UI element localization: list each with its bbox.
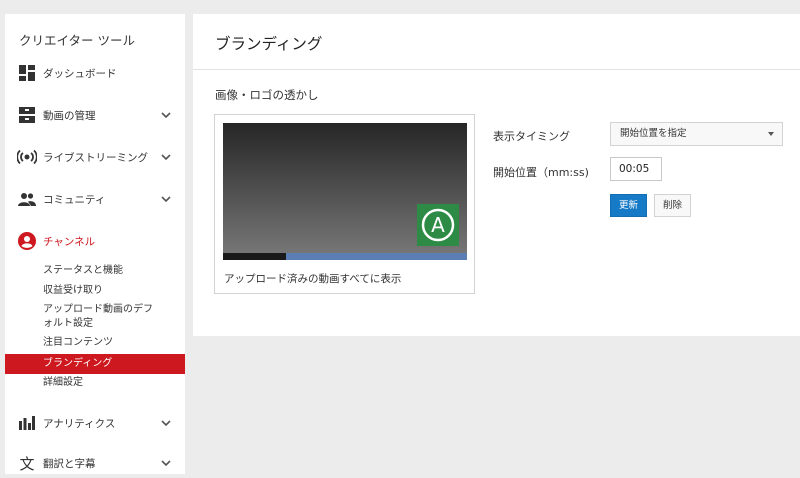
sidebar-item-analytics[interactable]: アナリティクス [5, 408, 185, 438]
channel-sub-monetization[interactable]: 収益受け取り [5, 284, 185, 298]
live-streaming-icon [17, 147, 37, 167]
sidebar-item-translations[interactable]: 文 翻訳と字幕 [5, 448, 185, 478]
display-timing-value: 開始位置を指定 [620, 128, 687, 139]
watermark-logo: A [417, 204, 459, 246]
sidebar-item-label: ダッシュボード [43, 67, 117, 80]
channel-sub-featured[interactable]: 注目コンテンツ [5, 336, 185, 350]
chevron-down-icon [161, 112, 171, 119]
channel-sub-advanced[interactable]: 詳細設定 [5, 376, 185, 390]
update-button[interactable]: 更新 [610, 194, 647, 217]
analytics-icon [17, 413, 37, 433]
delete-button[interactable]: 削除 [654, 194, 691, 217]
display-timing-select[interactable]: 開始位置を指定 [610, 122, 783, 146]
sidebar-item-dashboard[interactable]: ダッシュボード [5, 58, 185, 88]
watermark-caption: アップロード済みの動画すべてに表示 [224, 273, 402, 285]
chevron-down-icon [161, 420, 171, 427]
section-title: 画像・ロゴの透かし [215, 88, 319, 102]
channel-sub-status[interactable]: ステータスと機能 [5, 264, 185, 278]
sidebar-item-community[interactable]: コミュニティ [5, 184, 185, 214]
sidebar-item-video-manager[interactable]: 動画の管理 [5, 100, 185, 130]
display-timing-label: 表示タイミング [493, 130, 570, 143]
channel-sub-upload-defaults[interactable]: アップロード動画のデフォルト設定 [5, 303, 185, 331]
watermark-letter: A [431, 213, 445, 237]
start-position-input[interactable] [610, 157, 662, 181]
sidebar-item-label: チャンネル [43, 235, 96, 248]
sidebar-item-label: 動画の管理 [43, 109, 96, 122]
sidebar-title: クリエイター ツール [19, 33, 135, 48]
channel-icon [17, 231, 37, 251]
branding-panel: 画像・ロゴの透かし A アップロード済みの動画すべてに表示 表示タイミング 開始… [193, 70, 800, 336]
sidebar-item-label: 翻訳と字幕 [43, 457, 96, 470]
channel-sub-branding[interactable]: ブランディング [5, 354, 185, 374]
sidebar-item-channel[interactable]: チャンネル [5, 226, 185, 256]
progress-played [223, 253, 287, 260]
dropdown-caret-icon [768, 132, 774, 136]
sidebar-item-label: コミュニティ [43, 193, 106, 206]
video-manager-icon [17, 105, 37, 125]
page-header: ブランディング [193, 14, 800, 70]
sidebar-item-label: アナリティクス [43, 417, 116, 430]
community-icon [17, 189, 37, 209]
chevron-down-icon [161, 460, 171, 467]
sidebar: クリエイター ツール ダッシュボード 動画の管理 ライブストリーミング コミュニ… [5, 14, 185, 474]
page-title: ブランディング [215, 35, 323, 53]
start-position-label: 開始位置（mm:ss) [493, 166, 589, 179]
video-preview: A [223, 123, 467, 260]
sidebar-item-label: ライブストリーミング [43, 151, 148, 164]
chevron-down-icon [161, 154, 171, 161]
sidebar-item-live-streaming[interactable]: ライブストリーミング [5, 142, 185, 172]
watermark-preview-card: A アップロード済みの動画すべてに表示 [214, 114, 475, 294]
progress-bar [223, 253, 467, 260]
chevron-down-icon [161, 196, 171, 203]
dashboard-icon [17, 63, 37, 83]
translate-icon: 文 [19, 454, 35, 473]
